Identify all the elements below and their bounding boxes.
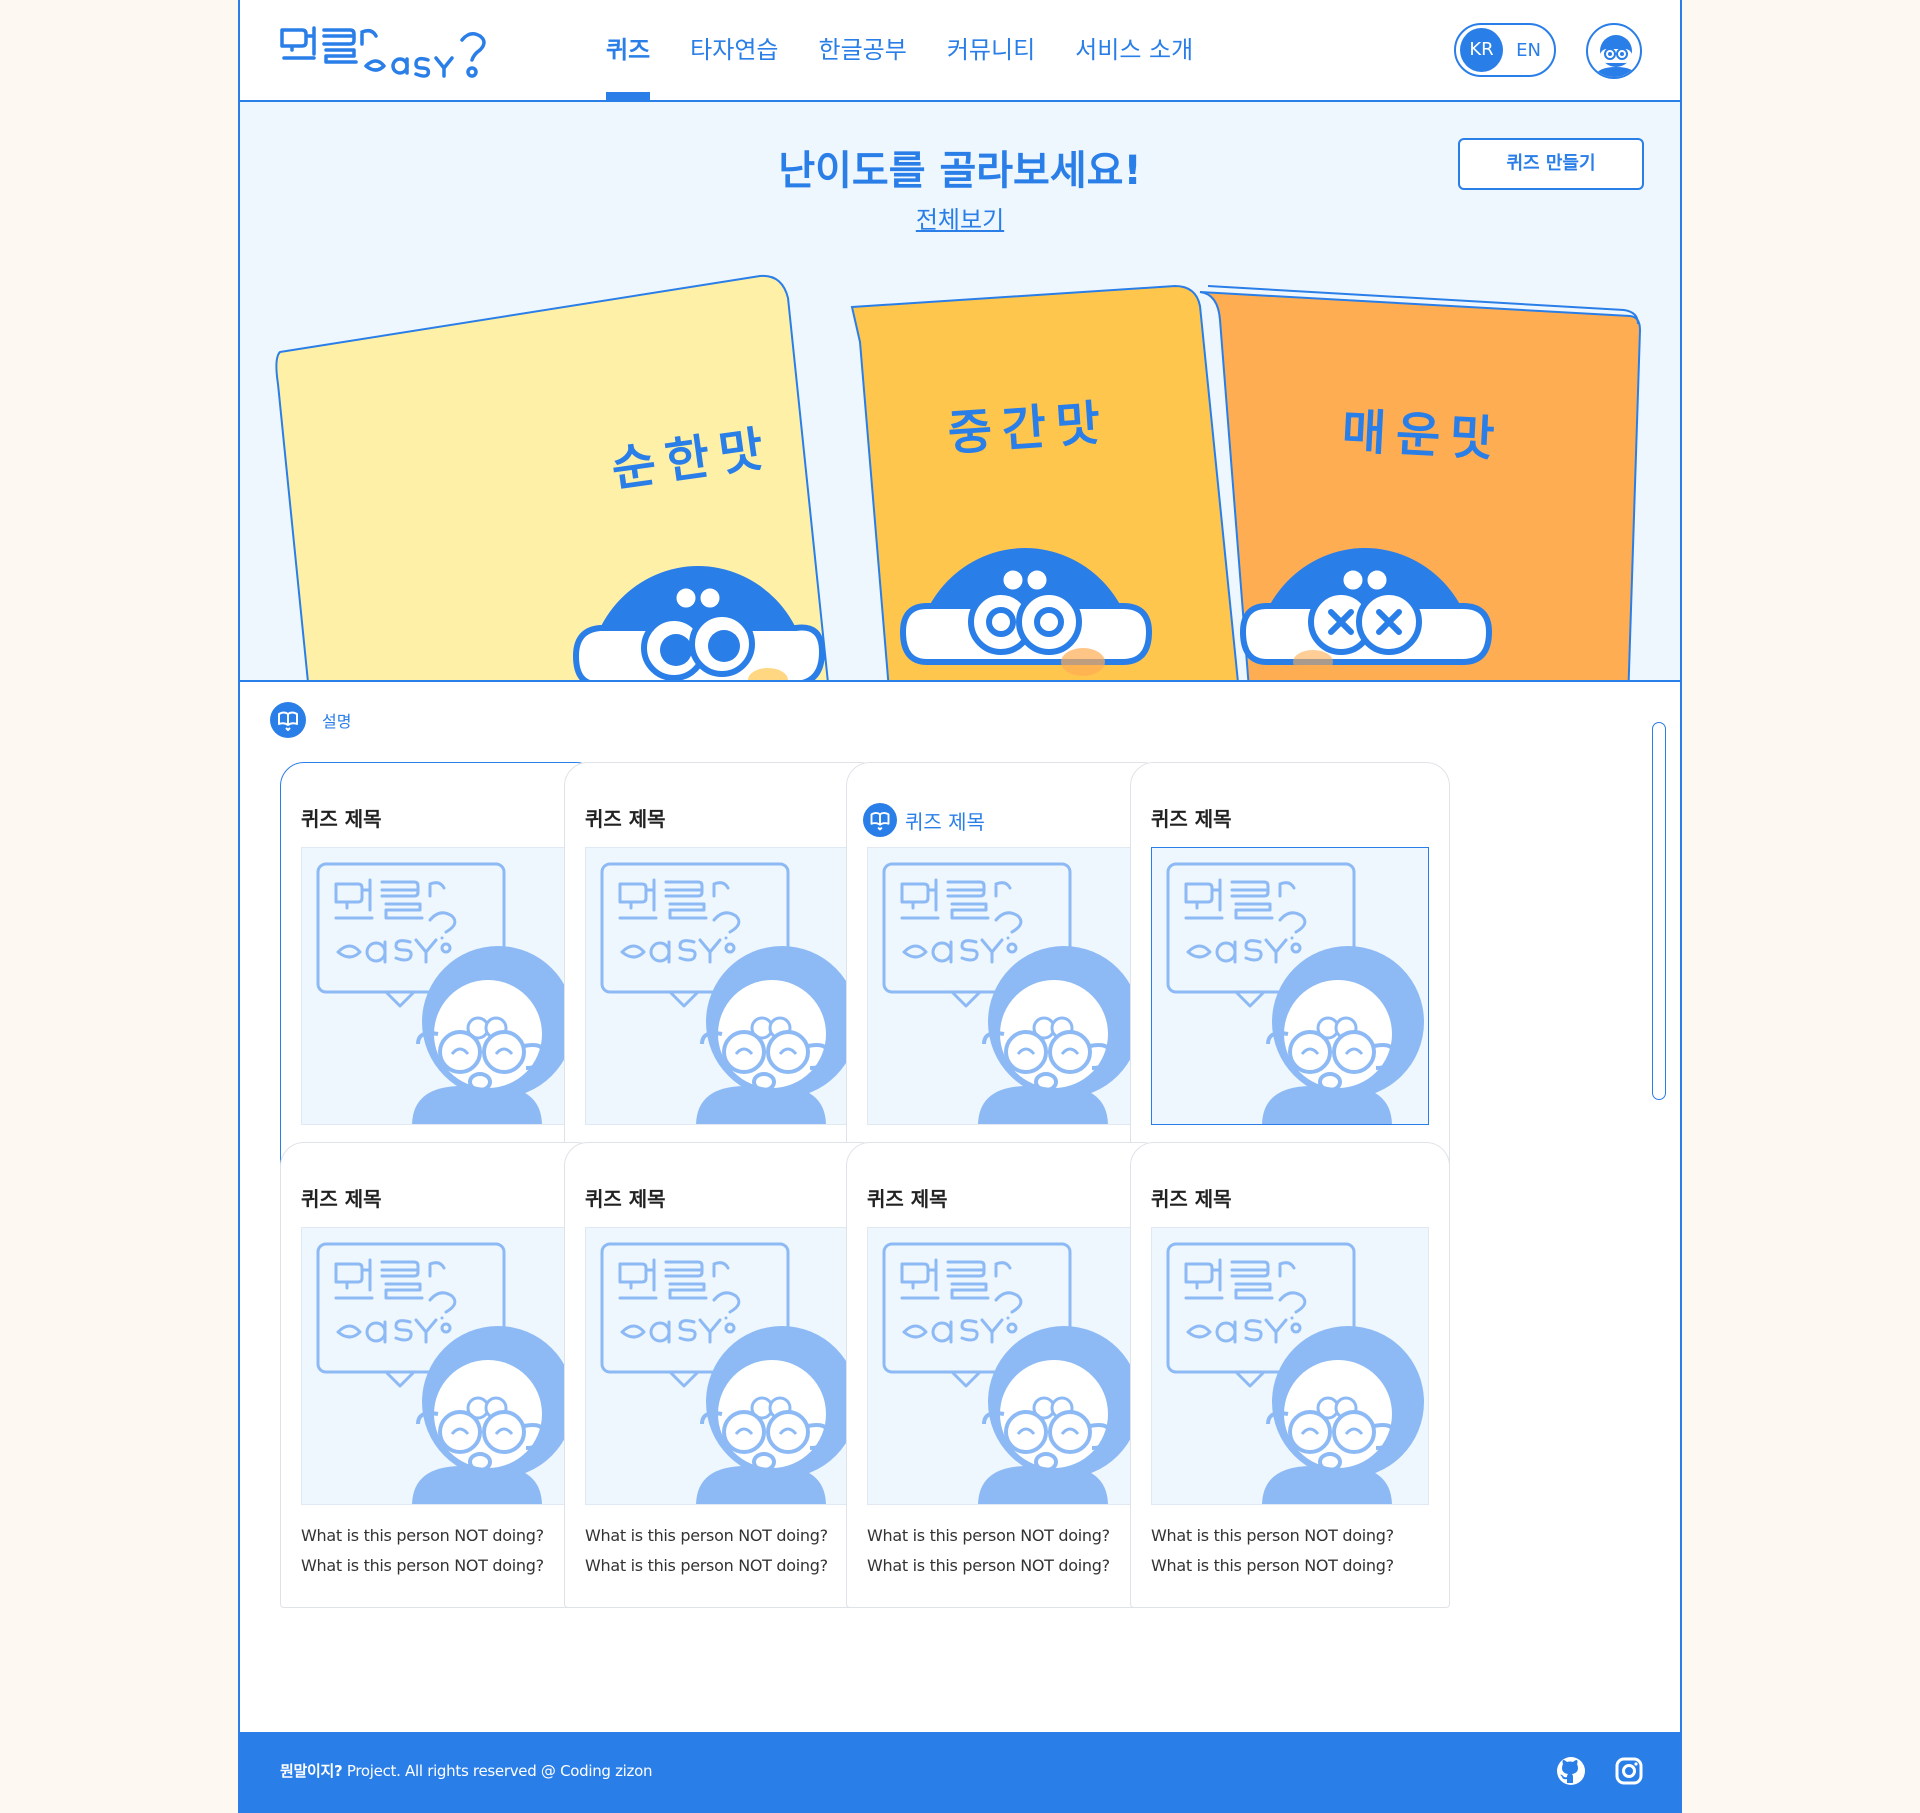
quiz-card-thumbnail xyxy=(585,1227,863,1505)
view-all-link[interactable]: 전체보기 xyxy=(240,200,1680,235)
quiz-card-thumbnail xyxy=(301,847,579,1125)
logo[interactable] xyxy=(278,22,518,78)
quiz-card-title: 퀴즈 제목 xyxy=(1151,1183,1232,1212)
quiz-card-title: 퀴즈 제목 xyxy=(1151,803,1232,832)
book-chat-icon xyxy=(270,702,306,738)
quiz-card-thumbnail xyxy=(867,847,1145,1125)
footer: 뭔말이지? Project. All rights reserved @ Cod… xyxy=(240,1732,1680,1813)
language-toggle[interactable]: KR EN xyxy=(1454,23,1556,77)
quiz-card-description: What is this person NOT doing? What is th… xyxy=(867,1521,1110,1581)
level-label-spicy: 매운맛 xyxy=(1340,404,1505,468)
quiz-card-line: What is this person NOT doing? xyxy=(585,1526,828,1545)
quiz-card-description: What is this person NOT doing? What is th… xyxy=(1151,1521,1394,1581)
quiz-card-title: 퀴즈 제목 xyxy=(585,803,666,832)
nav-item-community[interactable]: 커뮤니티 xyxy=(927,0,1055,100)
quiz-card-thumbnail xyxy=(867,1227,1145,1505)
quiz-card-line: What is this person NOT doing? xyxy=(867,1526,1110,1545)
quiz-card-title-text: 퀴즈 제목 xyxy=(301,807,382,831)
quiz-card-line: What is this person NOT doing? xyxy=(301,1556,544,1575)
footer-copyright: 뭔말이지? Project. All rights reserved @ Cod… xyxy=(280,1760,653,1781)
quiz-card-title-text: 퀴즈 제목 xyxy=(905,809,985,834)
quiz-card[interactable]: 퀴즈 제목 What is xyxy=(846,1142,1166,1608)
quiz-card-title: 퀴즈 제목 xyxy=(301,803,382,832)
make-quiz-button[interactable]: 퀴즈 만들기 xyxy=(1458,138,1644,190)
lang-en-button[interactable]: EN xyxy=(1507,40,1550,61)
section-label: 설명 xyxy=(322,712,352,731)
card-spicy[interactable]: 매운맛 xyxy=(1199,285,1642,682)
quiz-card-title-text: 퀴즈 제목 xyxy=(867,1187,948,1211)
instagram-icon[interactable] xyxy=(1614,1756,1644,1786)
nav-item-about[interactable]: 서비스 소개 xyxy=(1055,0,1213,100)
quiz-card-title-text: 퀴즈 제목 xyxy=(585,1187,666,1211)
quiz-card-title: 퀴즈 제목 xyxy=(301,1183,382,1212)
book-chat-icon xyxy=(863,803,897,837)
quiz-card-line: What is this person NOT doing? xyxy=(301,1526,544,1545)
footer-brand: 뭔말이지? xyxy=(280,1762,343,1780)
nav-item-quiz[interactable]: 퀴즈 xyxy=(586,0,670,100)
scrollbar[interactable] xyxy=(1652,722,1666,1100)
quiz-card-title-text: 퀴즈 제목 xyxy=(1151,1187,1232,1211)
footer-text: Project. All rights reserved @ Coding zi… xyxy=(342,1762,653,1780)
quiz-card[interactable]: 퀴즈 제목 What is xyxy=(280,1142,600,1608)
quiz-card-thumbnail xyxy=(1151,1227,1429,1505)
quiz-card[interactable]: 퀴즈 제목 What is xyxy=(1130,1142,1450,1608)
quiz-card-title-text: 퀴즈 제목 xyxy=(301,1187,382,1211)
quiz-card-thumbnail xyxy=(1151,847,1429,1125)
nav-item-hangul[interactable]: 한글공부 xyxy=(799,0,927,100)
quiz-card-title: 퀴즈 제목 xyxy=(867,1183,948,1212)
quiz-card[interactable]: 퀴즈 제목 What is xyxy=(564,1142,884,1608)
section-header: 설명 xyxy=(270,702,351,738)
github-icon[interactable] xyxy=(1556,1756,1586,1786)
quiz-card-description: What is this person NOT doing? What is th… xyxy=(585,1521,828,1581)
main-nav: 퀴즈 타자연습 한글공부 커뮤니티 서비스 소개 xyxy=(586,0,1213,100)
app-frame: 퀴즈 타자연습 한글공부 커뮤니티 서비스 소개 KR EN 매운맛 중간맛 순… xyxy=(238,0,1682,1813)
quiz-card-line: What is this person NOT doing? xyxy=(585,1556,828,1575)
difficulty-hero: 매운맛 중간맛 순한맛 난이도를 골라보세요! 전체보기 퀴즈 만들기 xyxy=(240,102,1680,682)
card-mild[interactable]: 순한맛 xyxy=(275,274,830,682)
quiz-card-line: What is this person NOT doing? xyxy=(1151,1526,1394,1545)
quiz-card-line: What is this person NOT doing? xyxy=(1151,1556,1394,1575)
quiz-card-description: What is this person NOT doing? What is th… xyxy=(301,1521,544,1581)
card-medium[interactable]: 중간맛 xyxy=(850,284,1240,682)
level-label-medium: 중간맛 xyxy=(946,395,1112,462)
profile-avatar[interactable] xyxy=(1586,23,1642,79)
quiz-card-title-text: 퀴즈 제목 xyxy=(585,807,666,831)
lang-kr-button[interactable]: KR xyxy=(1460,28,1503,72)
quiz-card-title: 퀴즈 제목 xyxy=(585,1183,666,1212)
quiz-card-title-text: 퀴즈 제목 xyxy=(1151,807,1232,831)
quiz-card-line: What is this person NOT doing? xyxy=(867,1556,1110,1575)
quiz-card-thumbnail xyxy=(585,847,863,1125)
header: 퀴즈 타자연습 한글공부 커뮤니티 서비스 소개 KR EN xyxy=(240,0,1680,102)
nav-item-typing[interactable]: 타자연습 xyxy=(670,0,798,100)
quiz-card-title: 퀴즈 제목 xyxy=(863,803,985,837)
quiz-card-thumbnail xyxy=(301,1227,579,1505)
